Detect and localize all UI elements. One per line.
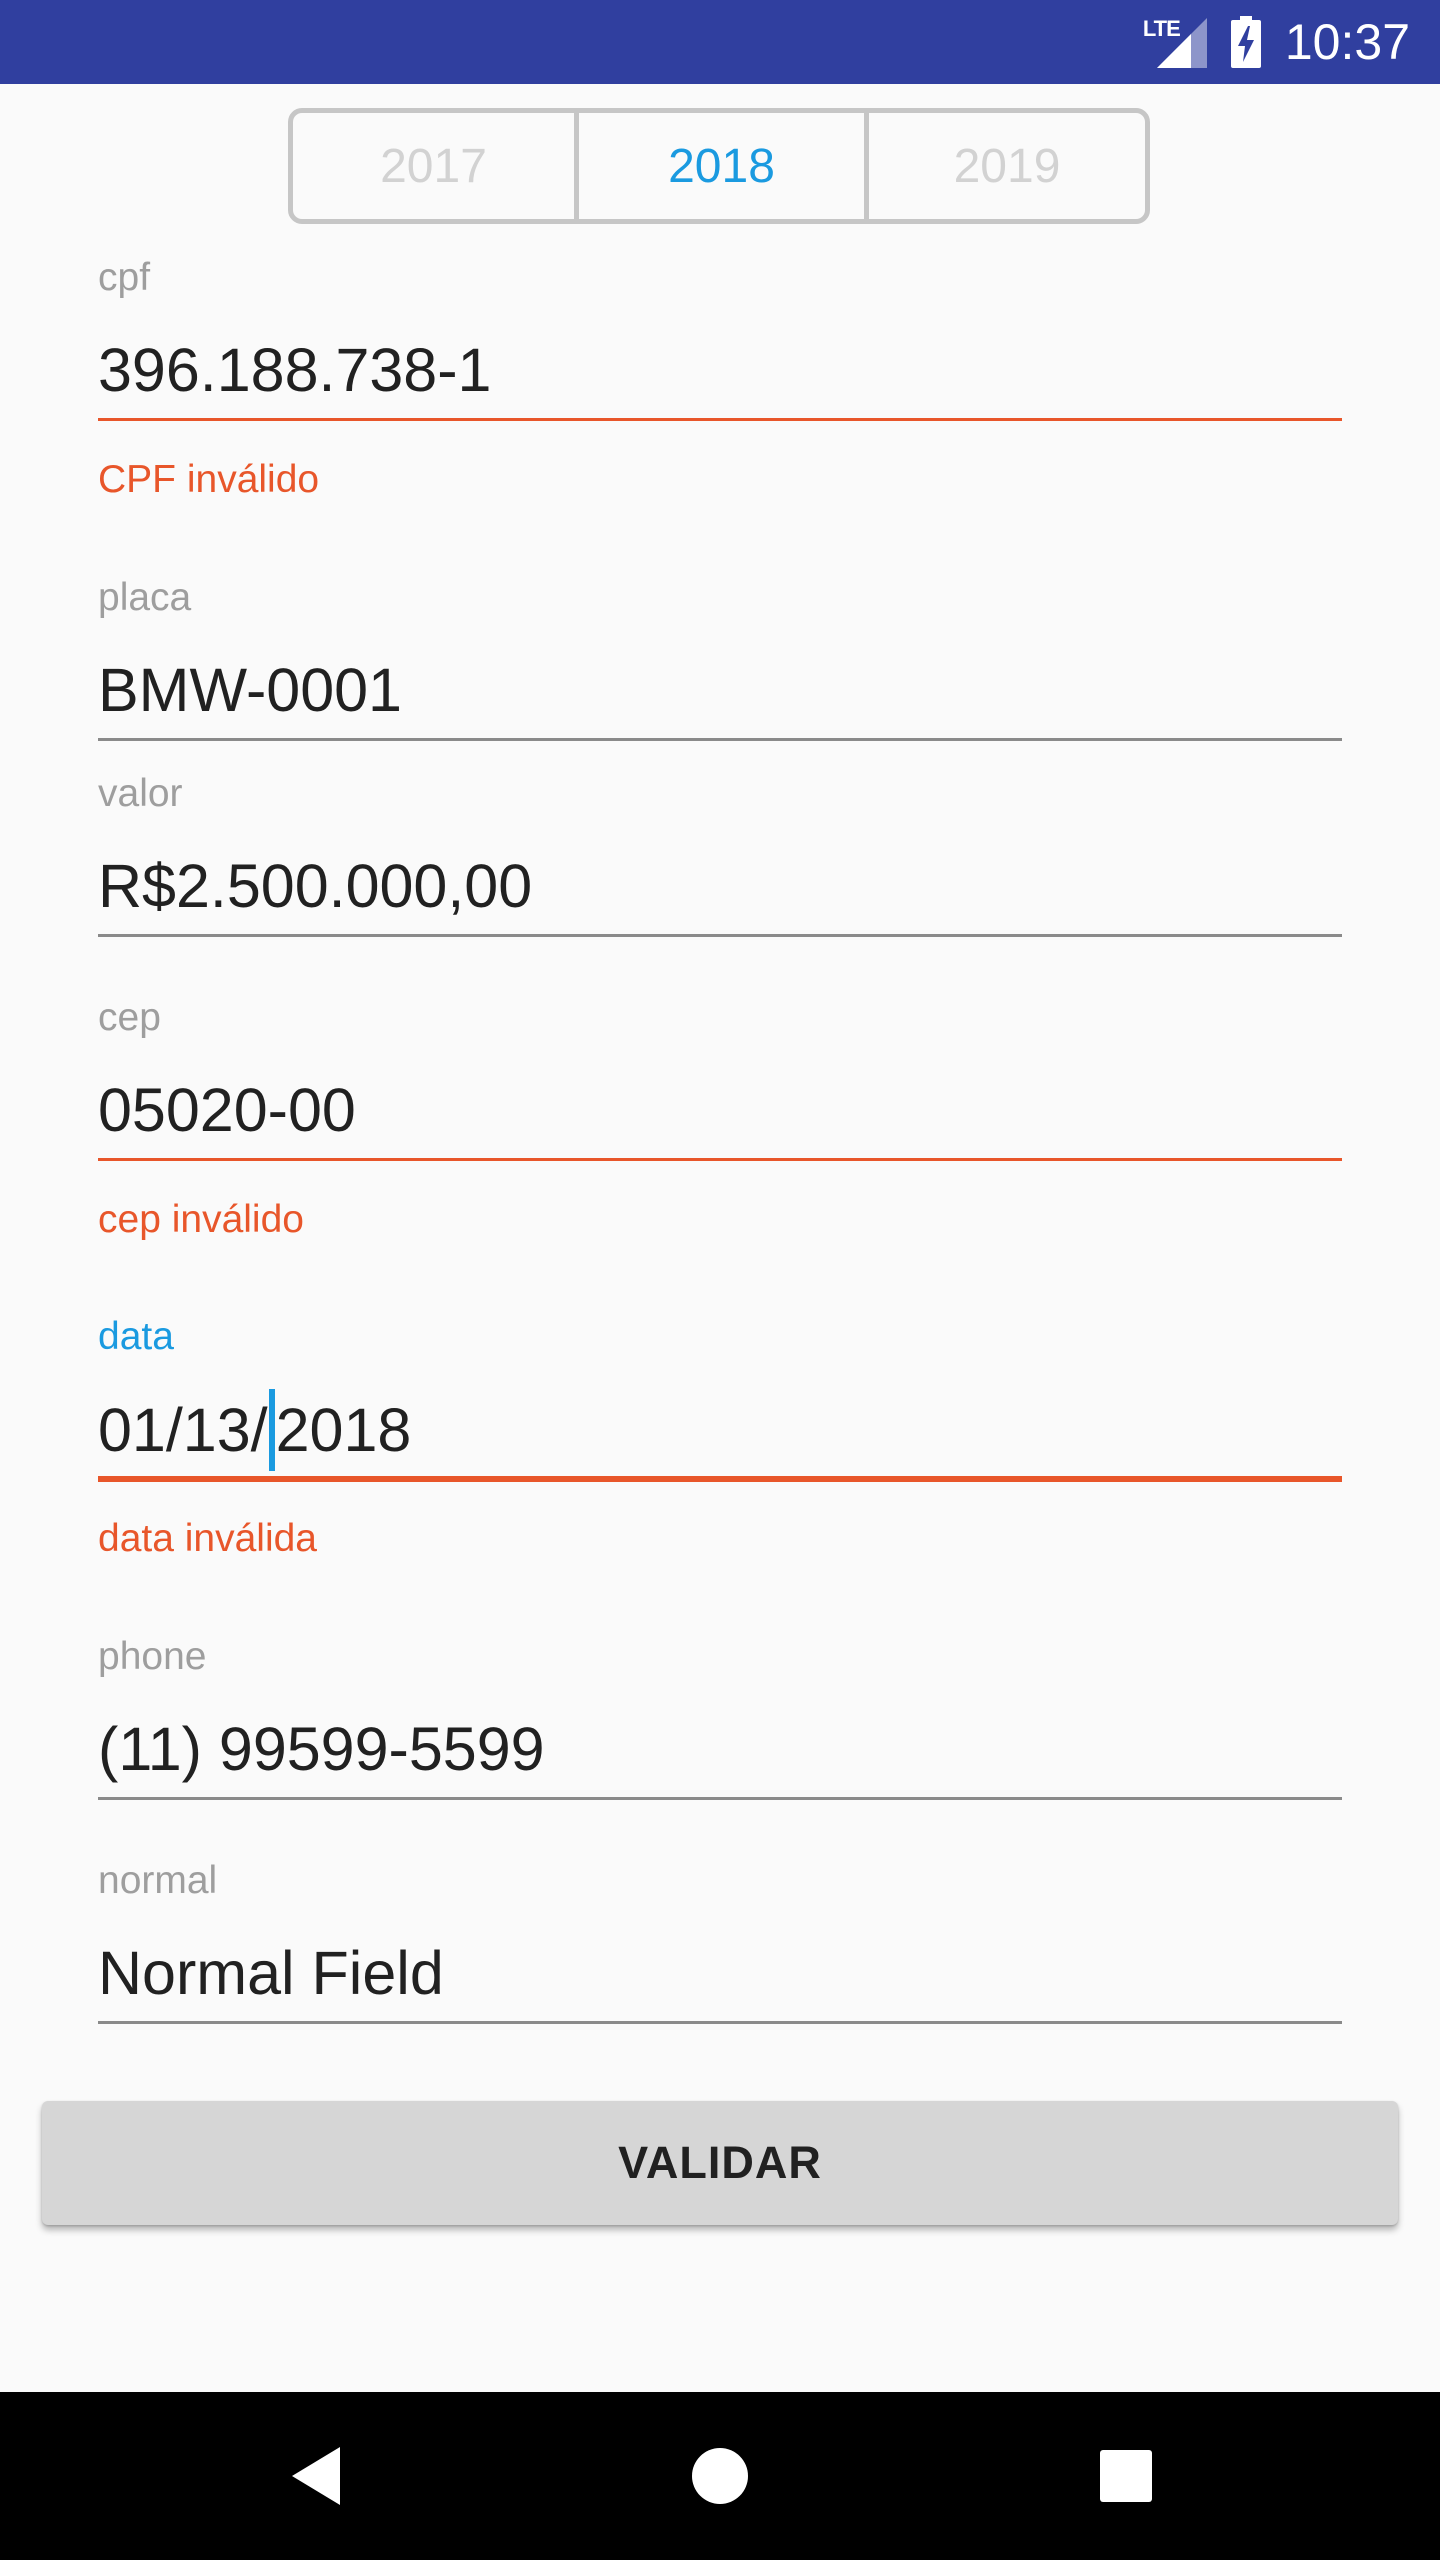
data-label: data <box>98 1315 174 1358</box>
phone-input[interactable]: (11) 99599-5599 <box>98 1719 545 1780</box>
valor-field[interactable]: valor R$2.500.000,00 <box>98 770 1342 940</box>
battery-charging-icon <box>1230 16 1261 68</box>
cep-input[interactable]: 05020-00 <box>98 1080 356 1141</box>
valor-label: valor <box>98 772 183 815</box>
phone-underline <box>98 1797 1342 1800</box>
valor-underline <box>98 934 1342 937</box>
cpf-field[interactable]: cpf 396.188.738-1 CPF inválido <box>98 254 1342 514</box>
network-type-label: LTE <box>1142 16 1181 41</box>
cep-underline <box>98 1158 1342 1161</box>
normal-field[interactable]: normal Normal Field <box>98 1857 1342 2027</box>
back-icon[interactable] <box>266 2426 366 2526</box>
data-input[interactable]: 01/13/2018 <box>98 1389 411 1471</box>
data-field[interactable]: data 01/13/2018 data inválida <box>98 1313 1342 1573</box>
cep-field[interactable]: cep 05020-00 cep inválido <box>98 994 1342 1254</box>
normal-label: normal <box>98 1859 218 1902</box>
valor-input[interactable]: R$2.500.000,00 <box>98 856 532 917</box>
status-icons: LTE 10:37 <box>1143 0 1410 84</box>
year-option-2018[interactable]: 2018 <box>574 113 864 219</box>
normal-input[interactable]: Normal Field <box>98 1943 444 2004</box>
cep-error: cep inválido <box>98 1198 304 1241</box>
placa-input[interactable]: BMW-0001 <box>98 660 402 721</box>
placa-field[interactable]: placa BMW-0001 <box>98 574 1342 744</box>
navigation-bar <box>0 2392 1440 2560</box>
validate-button[interactable]: VALIDAR <box>42 2101 1398 2225</box>
lte-signal-icon: LTE <box>1143 16 1207 68</box>
status-clock: 10:37 <box>1284 14 1410 70</box>
data-input-text-after-cursor: 2018 <box>275 1395 412 1464</box>
recents-icon[interactable] <box>1076 2426 1176 2526</box>
cpf-error: CPF inválido <box>98 458 320 501</box>
phone-label: phone <box>98 1635 207 1678</box>
normal-underline <box>98 2021 1342 2024</box>
placa-label: placa <box>98 576 192 619</box>
text-cursor <box>268 1389 275 1471</box>
cep-label: cep <box>98 996 161 1039</box>
year-option-2019[interactable]: 2019 <box>864 113 1145 219</box>
data-underline <box>98 1476 1342 1482</box>
cpf-label: cpf <box>98 256 151 299</box>
cpf-input[interactable]: 396.188.738-1 <box>98 340 491 401</box>
year-selector: 2017 2018 2019 <box>288 108 1150 224</box>
year-option-2017[interactable]: 2017 <box>293 113 574 219</box>
data-error: data inválida <box>98 1517 317 1560</box>
cpf-underline <box>98 418 1342 421</box>
home-icon[interactable] <box>670 2426 770 2526</box>
status-bar: LTE 10:37 <box>0 0 1440 84</box>
phone-field[interactable]: phone (11) 99599-5599 <box>98 1633 1342 1803</box>
data-input-text-before-cursor: 01/13/ <box>98 1395 268 1464</box>
placa-underline <box>98 738 1342 741</box>
